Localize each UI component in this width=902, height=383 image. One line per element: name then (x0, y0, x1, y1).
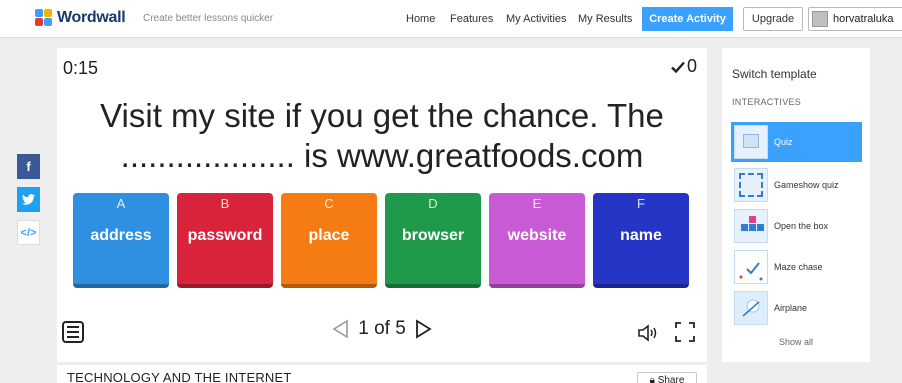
question-text: Visit my site if you get the chance. The… (57, 96, 707, 176)
check-icon (671, 61, 685, 73)
answer-letter: C (324, 196, 334, 211)
sound-icon[interactable] (637, 324, 659, 342)
question-line-2: ................... is www.greatfoods.co… (120, 137, 644, 174)
logo-icon (35, 9, 53, 27)
template-maze-chase[interactable]: Maze chase (731, 247, 862, 287)
answer-d[interactable]: D browser (385, 193, 481, 288)
pager: 1 of 5 (57, 318, 707, 340)
top-navigation-bar: Wordwall Create better lessons quicker H… (0, 0, 902, 38)
facebook-icon: f (26, 159, 31, 174)
answer-word: website (507, 227, 567, 244)
nav-my-results[interactable]: My Results (578, 13, 632, 25)
template-gameshow-quiz[interactable]: Gameshow quiz (731, 165, 862, 205)
code-icon: </> (20, 226, 37, 239)
airplane-thumbnail-icon (734, 291, 768, 325)
template-quiz[interactable]: Quiz (731, 122, 862, 162)
twitter-icon (22, 194, 35, 205)
template-sidebar: Switch template INTERACTIVES Quiz Gamesh… (722, 48, 870, 362)
create-activity-button[interactable]: Create Activity (642, 7, 733, 31)
template-label: Quiz (774, 137, 793, 147)
next-arrow-icon[interactable] (415, 319, 433, 339)
nav-my-activities[interactable]: My Activities (506, 13, 567, 25)
fullscreen-icon[interactable] (674, 321, 696, 343)
template-label: Maze chase (774, 262, 823, 272)
show-all-link[interactable]: Show all (722, 337, 870, 347)
interactives-heading: INTERACTIVES (732, 97, 802, 107)
embed-button[interactable]: </> (17, 220, 40, 245)
answer-letter: E (532, 196, 542, 211)
answer-word: name (620, 227, 662, 244)
answer-a[interactable]: A address (73, 193, 169, 288)
answer-f[interactable]: F name (593, 193, 689, 288)
wordwall-logo[interactable]: Wordwall (35, 9, 126, 27)
username: horvatraluka (833, 13, 894, 25)
game-panel: 0:15 0 Visit my site if you get the chan… (57, 48, 707, 362)
share-button[interactable]: 🔒︎ Share (637, 372, 697, 383)
answer-letter: B (220, 196, 230, 211)
open-the-box-thumbnail-icon (734, 209, 768, 243)
score: 0 (671, 56, 697, 77)
page-indicator: 1 of 5 (358, 318, 406, 339)
tagline: Create better lessons quicker (143, 13, 274, 24)
template-open-the-box[interactable]: Open the box (731, 206, 862, 246)
nav-features[interactable]: Features (450, 13, 493, 25)
upgrade-button[interactable]: Upgrade (743, 7, 803, 31)
answer-b[interactable]: B password (177, 193, 273, 288)
answer-word: place (308, 227, 350, 244)
answer-letter: A (116, 196, 126, 211)
score-value: 0 (686, 56, 697, 76)
avatar (812, 11, 828, 27)
share-label: Share (657, 375, 685, 383)
facebook-share-button[interactable]: f (17, 154, 40, 179)
answer-letter: D (428, 196, 438, 211)
user-menu[interactable]: horvatraluka (808, 7, 902, 31)
activity-title: TECHNOLOGY AND THE INTERNET (67, 370, 292, 383)
answer-word: address (90, 227, 152, 244)
timer: 0:15 (63, 58, 99, 78)
gameshow-thumbnail-icon (734, 168, 768, 202)
switch-template-title: Switch template (732, 67, 817, 81)
activity-title-bar: TECHNOLOGY AND THE INTERNET 🔒︎ Share (57, 365, 707, 383)
twitter-share-button[interactable] (17, 187, 40, 212)
template-label: Gameshow quiz (774, 180, 839, 190)
template-label: Airplane (774, 303, 808, 313)
answer-word: browser (401, 227, 465, 244)
answer-e[interactable]: E website (489, 193, 585, 288)
template-airplane[interactable]: Airplane (731, 288, 862, 328)
answer-letter: F (637, 196, 645, 211)
template-label: Open the box (774, 221, 829, 231)
lock-icon: 🔒︎ (649, 375, 655, 383)
previous-arrow-icon[interactable] (331, 319, 349, 339)
answer-c[interactable]: C place (281, 193, 377, 288)
answer-word: password (187, 227, 263, 244)
brand-name: Wordwall (57, 9, 126, 26)
maze-chase-thumbnail-icon (734, 250, 768, 284)
quiz-thumbnail-icon (734, 125, 768, 159)
nav-home[interactable]: Home (406, 13, 435, 25)
question-line-1: Visit my site if you get the chance. The (100, 97, 664, 134)
